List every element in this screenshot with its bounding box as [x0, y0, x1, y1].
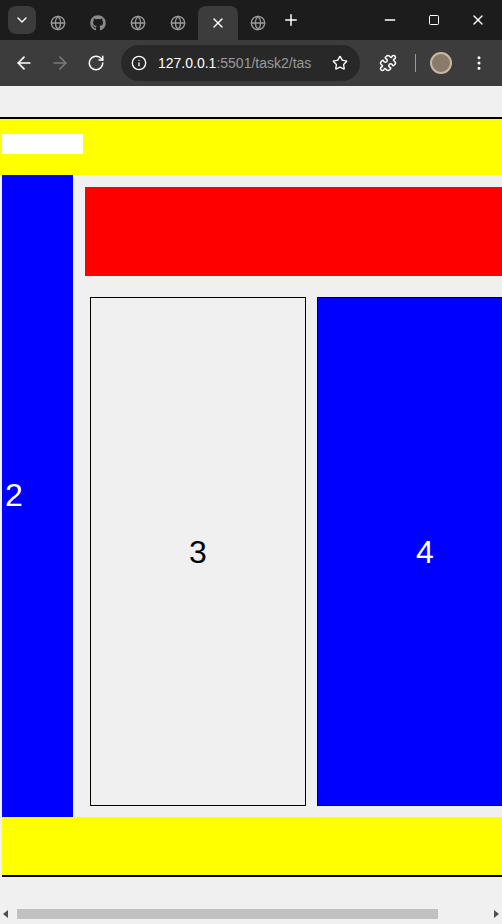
tab-search-button[interactable] [8, 6, 36, 34]
url-text[interactable]: 127.0.0.1:5501/task2/tas [158, 53, 328, 74]
browser-tab[interactable] [118, 6, 158, 40]
new-tab-icon[interactable] [282, 11, 300, 29]
header-box [2, 134, 83, 154]
reload-icon[interactable] [87, 54, 105, 72]
close-icon[interactable] [210, 15, 226, 31]
maximize-icon[interactable] [428, 14, 440, 26]
chevron-down-icon [14, 12, 30, 28]
globe-icon [170, 15, 186, 31]
page-content: 234 [0, 86, 502, 906]
main: 34 [73, 175, 502, 817]
middle-row: 234 [0, 175, 502, 817]
banner [85, 187, 502, 276]
browser-tab[interactable] [198, 6, 238, 40]
menu-icon[interactable] [470, 54, 488, 72]
profile-avatar[interactable] [430, 52, 452, 74]
close-window-icon[interactable] [470, 12, 486, 28]
scrollbar-thumb[interactable] [17, 909, 438, 919]
card: 4 [317, 297, 502, 806]
star-icon[interactable] [332, 55, 348, 71]
info-icon[interactable] [131, 55, 147, 71]
sidebar: 2 [2, 175, 73, 817]
scroll-right-icon[interactable] [494, 910, 499, 918]
toolbar-divider [415, 54, 416, 72]
header [0, 117, 502, 175]
browser-tab[interactable] [158, 6, 198, 40]
globe-icon [130, 15, 146, 31]
address-bar[interactable]: 127.0.0.1:5501/task2/tas [121, 45, 360, 81]
browser-tab[interactable] [78, 6, 118, 40]
browser-window: 127.0.0.1:5501/task2/tas 234 [0, 0, 502, 924]
scroll-left-icon[interactable] [3, 910, 8, 918]
card-row: 34 [85, 297, 502, 806]
back-icon[interactable] [14, 53, 34, 73]
forward-icon[interactable] [50, 53, 70, 73]
toolbar: 127.0.0.1:5501/task2/tas [0, 40, 502, 86]
github-icon [90, 15, 106, 31]
card: 3 [90, 297, 306, 806]
footer [2, 817, 502, 877]
globe-icon [50, 15, 66, 31]
browser-tab[interactable] [238, 6, 278, 40]
globe-icon [250, 15, 266, 31]
tab-strip [0, 0, 502, 40]
extensions-icon[interactable] [379, 54, 397, 72]
minimize-icon[interactable] [382, 12, 398, 28]
horizontal-scrollbar[interactable] [0, 906, 502, 922]
browser-tab[interactable] [38, 6, 78, 40]
page-viewport: 234 [0, 86, 502, 924]
